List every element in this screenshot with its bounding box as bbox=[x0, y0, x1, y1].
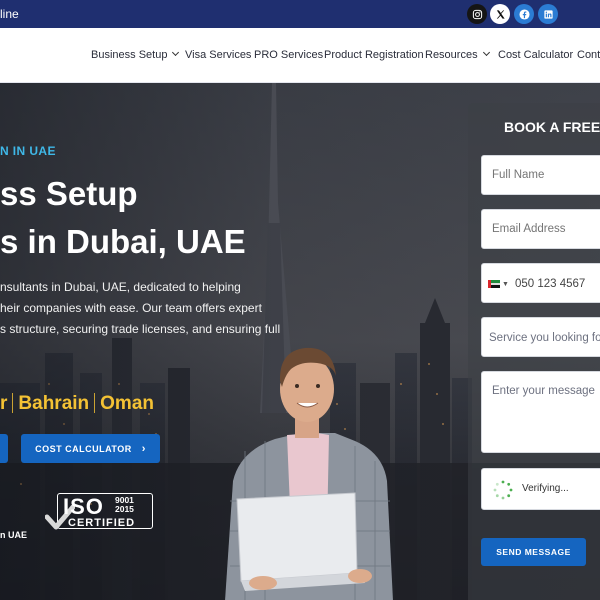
nav-resources[interactable]: Resources bbox=[425, 48, 490, 61]
hero-headline-line1: ss Setup bbox=[0, 175, 138, 212]
service-select[interactable]: Service you looking fo bbox=[481, 317, 600, 357]
iso-num-2015: 2015 bbox=[115, 504, 134, 514]
country-qatar: r bbox=[0, 393, 8, 414]
primary-cta-button[interactable] bbox=[0, 434, 8, 463]
chevron-down-icon bbox=[172, 48, 180, 57]
iso-numbers: 9001 2015 bbox=[115, 496, 134, 514]
caret-down-icon[interactable]: ▼ bbox=[502, 265, 509, 302]
main-navigation: Business Setup Visa Services PRO Service… bbox=[0, 28, 600, 83]
divider bbox=[12, 393, 14, 413]
message-textarea[interactable]: Enter your message bbox=[481, 371, 600, 453]
country-list: r Bahrain Oman bbox=[0, 393, 154, 415]
email-input[interactable] bbox=[481, 209, 600, 249]
iso-certified-logo: ISO 9001 2015 CERTIFIED bbox=[45, 491, 155, 531]
hero-section: N IN UAE ss Setup s in Dubai, UAE nsulta… bbox=[0, 83, 600, 600]
hero-paragraph-line1: nsultants in Dubai, UAE, dedicated to he… bbox=[0, 280, 241, 294]
x-icon[interactable] bbox=[490, 4, 510, 24]
hero-eyebrow: N IN UAE bbox=[0, 144, 56, 158]
form-title: BOOK A FREE bbox=[504, 119, 600, 135]
topbar-contact-text[interactable]: line bbox=[0, 7, 19, 21]
captcha-widget[interactable]: Verifying... bbox=[481, 468, 600, 510]
chevron-right-icon: › bbox=[141, 442, 146, 455]
hero-headline-line2: s in Dubai, UAE bbox=[0, 223, 246, 260]
country-oman: Oman bbox=[100, 393, 155, 414]
instagram-icon[interactable] bbox=[467, 4, 487, 24]
loading-spinner-icon bbox=[493, 480, 513, 500]
nav-business-setup[interactable]: Business Setup bbox=[91, 48, 180, 61]
cost-calculator-button[interactable]: COST CALCULATOR › bbox=[21, 434, 160, 463]
businessman-with-laptop-image bbox=[225, 347, 393, 600]
hero-paragraph-line2: heir companies with ease. Our team offer… bbox=[0, 301, 262, 315]
nav-pro-services[interactable]: PRO Services bbox=[254, 49, 323, 61]
facebook-icon[interactable] bbox=[514, 4, 534, 24]
full-name-input[interactable] bbox=[481, 155, 600, 195]
top-bar: line bbox=[0, 0, 600, 28]
hero-small-caption: n UAE bbox=[0, 530, 27, 540]
send-message-button[interactable]: SEND MESSAGE bbox=[481, 538, 586, 566]
country-bahrain: Bahrain bbox=[18, 393, 90, 414]
nav-label: Resources bbox=[425, 49, 478, 61]
divider bbox=[94, 393, 96, 413]
nav-cost-calculator[interactable]: Cost Calculator bbox=[498, 49, 573, 61]
cost-calculator-label: COST CALCULATOR bbox=[35, 443, 132, 454]
nav-product-registration[interactable]: Product Registration bbox=[324, 49, 424, 61]
phone-placeholder: 050 123 4567 bbox=[514, 278, 586, 290]
phone-field[interactable]: ▼ 050 123 4567 bbox=[481, 263, 600, 303]
nav-contact[interactable]: Conta bbox=[577, 49, 600, 61]
nav-visa-services[interactable]: Visa Services bbox=[185, 49, 251, 61]
chevron-down-icon bbox=[482, 48, 490, 57]
linkedin-icon[interactable] bbox=[538, 4, 558, 24]
uae-flag-icon[interactable] bbox=[488, 280, 500, 288]
captcha-status: Verifying... bbox=[522, 483, 569, 494]
nav-label: Business Setup bbox=[91, 49, 168, 61]
iso-certified-text: CERTIFIED bbox=[68, 517, 136, 529]
